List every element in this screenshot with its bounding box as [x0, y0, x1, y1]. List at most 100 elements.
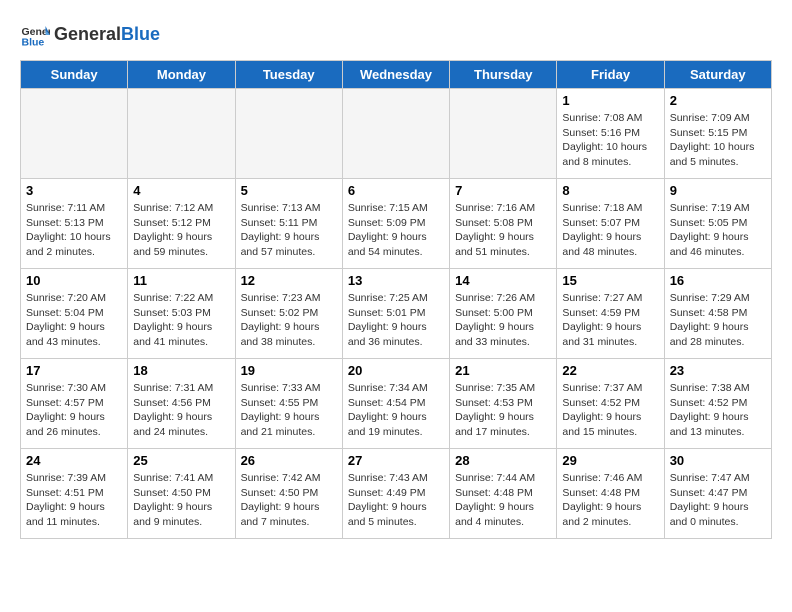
day-info: Sunrise: 7:25 AM Sunset: 5:01 PM Dayligh… [348, 291, 444, 350]
day-number: 19 [241, 363, 337, 378]
day-number: 8 [562, 183, 658, 198]
day-info: Sunrise: 7:31 AM Sunset: 4:56 PM Dayligh… [133, 381, 229, 440]
calendar-cell: 22 Sunrise: 7:37 AM Sunset: 4:52 PM Dayli… [557, 359, 664, 449]
day-info: Sunrise: 7:12 AM Sunset: 5:12 PM Dayligh… [133, 201, 229, 260]
day-number: 5 [241, 183, 337, 198]
weekday-header-thursday: Thursday [450, 61, 557, 89]
day-number: 12 [241, 273, 337, 288]
day-number: 21 [455, 363, 551, 378]
calendar-cell [128, 89, 235, 179]
calendar-cell [235, 89, 342, 179]
day-info: Sunrise: 7:39 AM Sunset: 4:51 PM Dayligh… [26, 471, 122, 530]
calendar-cell: 26 Sunrise: 7:42 AM Sunset: 4:50 PM Dayli… [235, 449, 342, 539]
day-info: Sunrise: 7:22 AM Sunset: 5:03 PM Dayligh… [133, 291, 229, 350]
day-number: 4 [133, 183, 229, 198]
day-number: 30 [670, 453, 766, 468]
day-info: Sunrise: 7:43 AM Sunset: 4:49 PM Dayligh… [348, 471, 444, 530]
day-info: Sunrise: 7:42 AM Sunset: 4:50 PM Dayligh… [241, 471, 337, 530]
calendar-cell: 17 Sunrise: 7:30 AM Sunset: 4:57 PM Dayli… [21, 359, 128, 449]
calendar-cell: 3Sunrise: 7:11 AM Sunset: 5:13 PM Daylig… [21, 179, 128, 269]
calendar-cell: 21 Sunrise: 7:35 AM Sunset: 4:53 PM Dayli… [450, 359, 557, 449]
logo: General Blue GeneralBlue [20, 20, 160, 50]
day-info: Sunrise: 7:19 AM Sunset: 5:05 PM Dayligh… [670, 201, 766, 260]
calendar-cell: 5 Sunrise: 7:13 AM Sunset: 5:11 PM Daylig… [235, 179, 342, 269]
day-number: 22 [562, 363, 658, 378]
week-row-1: 1 Sunrise: 7:08 AM Sunset: 5:16 PM Daylig… [21, 89, 772, 179]
logo-blue-text: Blue [121, 24, 160, 44]
day-number: 7 [455, 183, 551, 198]
calendar-cell: 13 Sunrise: 7:25 AM Sunset: 5:01 PM Dayli… [342, 269, 449, 359]
day-info: Sunrise: 7:29 AM Sunset: 4:58 PM Dayligh… [670, 291, 766, 350]
logo-general-text: General [54, 24, 121, 44]
calendar-cell: 14 Sunrise: 7:26 AM Sunset: 5:00 PM Dayli… [450, 269, 557, 359]
day-info: Sunrise: 7:09 AM Sunset: 5:15 PM Dayligh… [670, 111, 766, 170]
day-info: Sunrise: 7:20 AM Sunset: 5:04 PM Dayligh… [26, 291, 122, 350]
day-info: Sunrise: 7:44 AM Sunset: 4:48 PM Dayligh… [455, 471, 551, 530]
calendar-cell: 20 Sunrise: 7:34 AM Sunset: 4:54 PM Dayli… [342, 359, 449, 449]
calendar-cell: 6 Sunrise: 7:15 AM Sunset: 5:09 PM Daylig… [342, 179, 449, 269]
calendar-cell: 28Sunrise: 7:44 AM Sunset: 4:48 PM Dayli… [450, 449, 557, 539]
calendar-cell: 1 Sunrise: 7:08 AM Sunset: 5:16 PM Daylig… [557, 89, 664, 179]
day-number: 20 [348, 363, 444, 378]
header: General Blue GeneralBlue [20, 20, 772, 50]
day-info: Sunrise: 7:46 AM Sunset: 4:48 PM Dayligh… [562, 471, 658, 530]
day-number: 3 [26, 183, 122, 198]
day-info: Sunrise: 7:26 AM Sunset: 5:00 PM Dayligh… [455, 291, 551, 350]
day-number: 11 [133, 273, 229, 288]
day-info: Sunrise: 7:13 AM Sunset: 5:11 PM Dayligh… [241, 201, 337, 260]
day-number: 1 [562, 93, 658, 108]
weekday-header-tuesday: Tuesday [235, 61, 342, 89]
day-number: 10 [26, 273, 122, 288]
day-number: 6 [348, 183, 444, 198]
day-info: Sunrise: 7:34 AM Sunset: 4:54 PM Dayligh… [348, 381, 444, 440]
logo-icon: General Blue [20, 20, 50, 50]
calendar-cell: 10 Sunrise: 7:20 AM Sunset: 5:04 PM Dayli… [21, 269, 128, 359]
svg-text:Blue: Blue [22, 37, 45, 49]
weekday-header-monday: Monday [128, 61, 235, 89]
calendar-cell: 27 Sunrise: 7:43 AM Sunset: 4:49 PM Dayli… [342, 449, 449, 539]
day-number: 26 [241, 453, 337, 468]
day-number: 14 [455, 273, 551, 288]
calendar-cell: 9 Sunrise: 7:19 AM Sunset: 5:05 PM Daylig… [664, 179, 771, 269]
calendar-cell: 8 Sunrise: 7:18 AM Sunset: 5:07 PM Daylig… [557, 179, 664, 269]
day-info: Sunrise: 7:41 AM Sunset: 4:50 PM Dayligh… [133, 471, 229, 530]
day-info: Sunrise: 7:18 AM Sunset: 5:07 PM Dayligh… [562, 201, 658, 260]
calendar-cell: 11 Sunrise: 7:22 AM Sunset: 5:03 PM Dayli… [128, 269, 235, 359]
day-info: Sunrise: 7:47 AM Sunset: 4:47 PM Dayligh… [670, 471, 766, 530]
calendar-cell: 29 Sunrise: 7:46 AM Sunset: 4:48 PM Dayli… [557, 449, 664, 539]
day-number: 9 [670, 183, 766, 198]
day-info: Sunrise: 7:16 AM Sunset: 5:08 PM Dayligh… [455, 201, 551, 260]
day-number: 2 [670, 93, 766, 108]
calendar-cell: 24 Sunrise: 7:39 AM Sunset: 4:51 PM Dayli… [21, 449, 128, 539]
weekday-header-friday: Friday [557, 61, 664, 89]
week-row-2: 3Sunrise: 7:11 AM Sunset: 5:13 PM Daylig… [21, 179, 772, 269]
day-number: 27 [348, 453, 444, 468]
day-number: 18 [133, 363, 229, 378]
calendar-cell [450, 89, 557, 179]
calendar-cell: 16Sunrise: 7:29 AM Sunset: 4:58 PM Dayli… [664, 269, 771, 359]
calendar: SundayMondayTuesdayWednesdayThursdayFrid… [20, 60, 772, 539]
day-number: 29 [562, 453, 658, 468]
day-number: 13 [348, 273, 444, 288]
calendar-cell: 7 Sunrise: 7:16 AM Sunset: 5:08 PM Daylig… [450, 179, 557, 269]
week-row-4: 17 Sunrise: 7:30 AM Sunset: 4:57 PM Dayli… [21, 359, 772, 449]
day-number: 24 [26, 453, 122, 468]
day-info: Sunrise: 7:15 AM Sunset: 5:09 PM Dayligh… [348, 201, 444, 260]
calendar-cell [342, 89, 449, 179]
day-info: Sunrise: 7:08 AM Sunset: 5:16 PM Dayligh… [562, 111, 658, 170]
day-info: Sunrise: 7:38 AM Sunset: 4:52 PM Dayligh… [670, 381, 766, 440]
week-row-5: 24 Sunrise: 7:39 AM Sunset: 4:51 PM Dayli… [21, 449, 772, 539]
day-info: Sunrise: 7:30 AM Sunset: 4:57 PM Dayligh… [26, 381, 122, 440]
weekday-header-saturday: Saturday [664, 61, 771, 89]
calendar-cell: 30 Sunrise: 7:47 AM Sunset: 4:47 PM Dayli… [664, 449, 771, 539]
day-info: Sunrise: 7:35 AM Sunset: 4:53 PM Dayligh… [455, 381, 551, 440]
weekday-header-sunday: Sunday [21, 61, 128, 89]
calendar-cell: 18 Sunrise: 7:31 AM Sunset: 4:56 PM Dayli… [128, 359, 235, 449]
day-info: Sunrise: 7:33 AM Sunset: 4:55 PM Dayligh… [241, 381, 337, 440]
day-number: 25 [133, 453, 229, 468]
day-info: Sunrise: 7:37 AM Sunset: 4:52 PM Dayligh… [562, 381, 658, 440]
day-number: 15 [562, 273, 658, 288]
day-info: Sunrise: 7:23 AM Sunset: 5:02 PM Dayligh… [241, 291, 337, 350]
day-number: 17 [26, 363, 122, 378]
weekday-header-wednesday: Wednesday [342, 61, 449, 89]
